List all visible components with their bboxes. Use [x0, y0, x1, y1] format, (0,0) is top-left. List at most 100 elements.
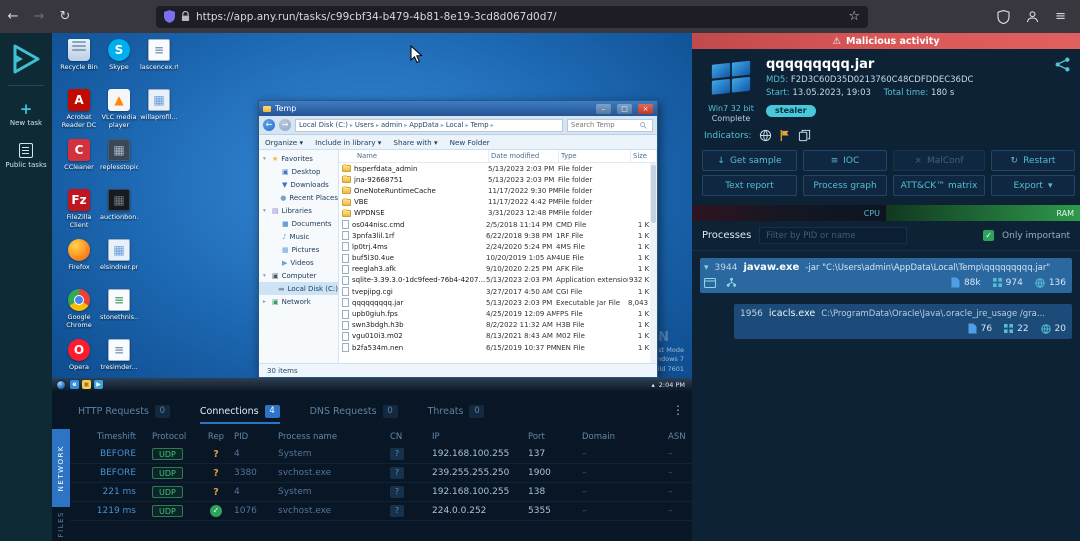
nav-forward-icon[interactable]: → [279, 119, 291, 131]
desktop-icon-willaprofil[interactable]: ▦ willaprofil... [140, 89, 178, 121]
start-button[interactable] [56, 379, 66, 390]
registry-counter[interactable]: 974 [992, 278, 1023, 288]
file-row[interactable]: b2fa534m.nen 6/15/2019 10:37 PM NEN File 1 … [342, 342, 657, 353]
modules-icon[interactable] [726, 277, 737, 288]
process-row-icacls[interactable]: 1956 icacls.exe C:\ProgramData\Oracle\Ja… [734, 304, 1072, 339]
public-tasks-button[interactable]: Public tasks [5, 143, 47, 169]
file-row[interactable]: reeglah3.afk 9/10/2020 2:25 PM AFK File 1 K… [342, 264, 657, 275]
tree-item-pictures[interactable]: ▦ Pictures [259, 243, 338, 256]
process-row-javaw[interactable]: ▾ 3944 javaw.exe -jar "C:\Users\admin\Ap… [700, 258, 1072, 293]
restart-button[interactable]: ↻ Restart [991, 150, 1075, 171]
bookmark-star-icon[interactable]: ☆ [848, 9, 860, 24]
internet-explorer-icon[interactable]: e [70, 380, 79, 389]
desktop-icon-firefox[interactable]: Firefox [60, 239, 98, 271]
desktop-icon-ccleaner[interactable]: C CCleaner [60, 139, 98, 171]
tree-item-computer[interactable]: ▾ ▣ Computer [259, 269, 338, 282]
tree-item-favorites[interactable]: ▾ ★ Favorites [259, 152, 338, 165]
network-counter[interactable]: 20 [1040, 324, 1066, 334]
side-tab-files[interactable]: FILES [52, 507, 70, 541]
registry-counter[interactable]: 22 [1004, 324, 1029, 334]
file-row[interactable]: sqlite-3.39.3.0-1dc9feed-76b4-4207-a42e-… [342, 275, 657, 286]
tab-threats[interactable]: Threats 0 [428, 404, 485, 422]
file-row[interactable]: vgu010i3.m02 8/13/2021 8:43 AM M02 File 1 K… [342, 331, 657, 342]
desktop-icon-tresimder[interactable]: ≡ tresimder... [100, 339, 138, 371]
file-row[interactable]: hsperfdata_admin 5/13/2023 2:03 PM File fo… [342, 163, 657, 174]
breadcrumb-segment[interactable]: Users [355, 121, 374, 129]
tab-dns-requests[interactable]: DNS Requests 0 [310, 404, 398, 422]
taskbar-clock[interactable]: 2:04 PM [659, 381, 685, 389]
media-player-icon[interactable]: ▶ [94, 380, 103, 389]
search-box[interactable] [567, 118, 653, 132]
tree-item-libraries[interactable]: ▾ ▤ Libraries [259, 204, 338, 217]
maximize-button[interactable]: □ [617, 103, 632, 114]
close-button[interactable]: × [638, 103, 653, 114]
tree-item-downloads[interactable]: ▼ Downloads [259, 178, 338, 191]
tree-item-music[interactable]: ♪ Music [259, 230, 338, 243]
tree-item-desktop[interactable]: ▣ Desktop [259, 165, 338, 178]
expand-caret-icon[interactable]: ▾ [704, 263, 709, 273]
process-graph-button[interactable]: Process graph [803, 175, 887, 196]
file-row[interactable]: upb0giuh.fps 4/25/2019 12:09 AM FPS File 1 … [342, 308, 657, 319]
tree-item-recent-places[interactable]: ● Recent Places [259, 191, 338, 204]
file-row[interactable]: buf5l30.4ue 10/20/2019 1:05 AM 4UE File 1 K… [342, 253, 657, 264]
network-indicator-icon[interactable] [759, 129, 772, 142]
file-row[interactable]: os044nisc.cmd 2/5/2018 11:14 PM CMD File 1 … [342, 219, 657, 230]
panel-menu-icon[interactable]: ⋮ [672, 403, 684, 417]
file-row[interactable]: WPDNSE 3/31/2023 12:48 PM File folder [342, 208, 657, 219]
column-header-size[interactable]: Size [631, 150, 657, 162]
files-counter[interactable]: 76 [968, 323, 992, 334]
anyrun-logo-icon[interactable] [8, 41, 44, 77]
file-row[interactable]: OneNoteRuntimeCache 11/17/2022 9:30 PM Fil… [342, 185, 657, 196]
column-header-date[interactable]: Date modified [489, 150, 559, 162]
tree-item-documents[interactable]: ■ Documents [259, 217, 338, 230]
window-icon[interactable] [704, 277, 716, 288]
breadcrumb[interactable]: Local Disk (C:) ▸ Users ▸ admin ▸ AppData ▸ Loca… [295, 118, 563, 132]
toolbar-include-in-library[interactable]: Include in library ▾ [315, 138, 381, 147]
toolbar-new-folder[interactable]: New Folder [450, 138, 490, 147]
privacy-shield-icon[interactable] [997, 9, 1010, 24]
connection-row[interactable]: 1219 ms UDP ✓ 1076 svchost.exe? 224.0.0.252 53… [70, 502, 692, 521]
toolbar-organize[interactable]: Organize ▾ [265, 138, 303, 147]
share-icon[interactable] [1055, 57, 1070, 72]
flag-indicator-icon[interactable] [779, 129, 791, 142]
vm-screen[interactable]: Recycle Bin S Skype ≡ lascencex.rtf A Acrobat … [52, 33, 692, 391]
tab-connections[interactable]: Connections 4 [199, 404, 280, 424]
menu-icon[interactable]: ≡ [1055, 9, 1066, 24]
forward-icon[interactable]: → [26, 9, 52, 24]
column-header-type[interactable]: Type [559, 150, 631, 162]
network-counter[interactable]: 136 [1035, 278, 1066, 288]
ioc-button[interactable]: ≡ IOC [803, 150, 887, 171]
new-task-button[interactable]: + New task [10, 102, 42, 128]
breadcrumb-segment[interactable]: AppData [409, 121, 439, 129]
export-button[interactable]: Export ▾ [991, 175, 1075, 196]
files-counter[interactable]: 88k [951, 277, 981, 288]
text-report-button[interactable]: Text report [702, 175, 797, 196]
connection-row[interactable]: BEFORE UDP? 4 System? 192.168.100.255 137 – – [70, 445, 692, 464]
breadcrumb-segment[interactable]: Local Disk (C:) [299, 121, 348, 129]
desktop-icon-auctionbon[interactable]: ▦ auctionbon... [100, 189, 138, 221]
tree-item-local-disk-c[interactable]: ▬ Local Disk (C:) [259, 282, 338, 295]
tree-item-videos[interactable]: ▶ Videos [259, 256, 338, 269]
breadcrumb-segment[interactable]: Local [446, 121, 464, 129]
desktop-icon-elsindner-png[interactable]: ▦ elsindner.png [100, 239, 138, 271]
file-row[interactable]: VBE 11/17/2022 4:42 PM File folder [342, 197, 657, 208]
nav-back-icon[interactable]: ← [263, 119, 275, 131]
minimize-button[interactable]: – [596, 103, 611, 114]
desktop-icon-lascencex-rtf[interactable]: ≡ lascencex.rtf [140, 39, 178, 71]
md5-value[interactable]: F2D3C60D35D0213760C48CDFDDEC36DC [791, 75, 974, 85]
breadcrumb-segment[interactable]: Temp [470, 121, 488, 129]
desktop-icon-google-chrome[interactable]: Google Chrome [60, 289, 98, 329]
breadcrumb-segment[interactable]: admin [381, 121, 402, 129]
file-row[interactable]: qqqqqqqqq.jar 5/13/2023 2:03 PM Executable… [342, 297, 657, 308]
connection-row[interactable]: BEFORE UDP? 3380 svchost.exe? 239.255.255.25… [70, 464, 692, 483]
search-input[interactable] [571, 121, 637, 129]
desktop-icon-filezilla-client[interactable]: Fz FileZilla Client [60, 189, 98, 229]
tray-expand-icon[interactable]: ▴ [652, 381, 655, 389]
desktop-icon-acrobat-reader-dc[interactable]: A Acrobat Reader DC [60, 89, 98, 129]
desktop-icon-replesstopic[interactable]: ▦ replesstopic... [100, 139, 138, 171]
explorer-window[interactable]: Temp – □ × ← → Local Disk (C:) ▸ Users ▸ adm… [258, 100, 658, 378]
side-tab-network[interactable]: NETWORK [52, 429, 70, 507]
reload-icon[interactable]: ↻ [52, 9, 78, 24]
get-sample-button[interactable]: ↓ Get sample [702, 150, 797, 171]
only-important-checkbox[interactable]: ✓ [983, 230, 995, 241]
